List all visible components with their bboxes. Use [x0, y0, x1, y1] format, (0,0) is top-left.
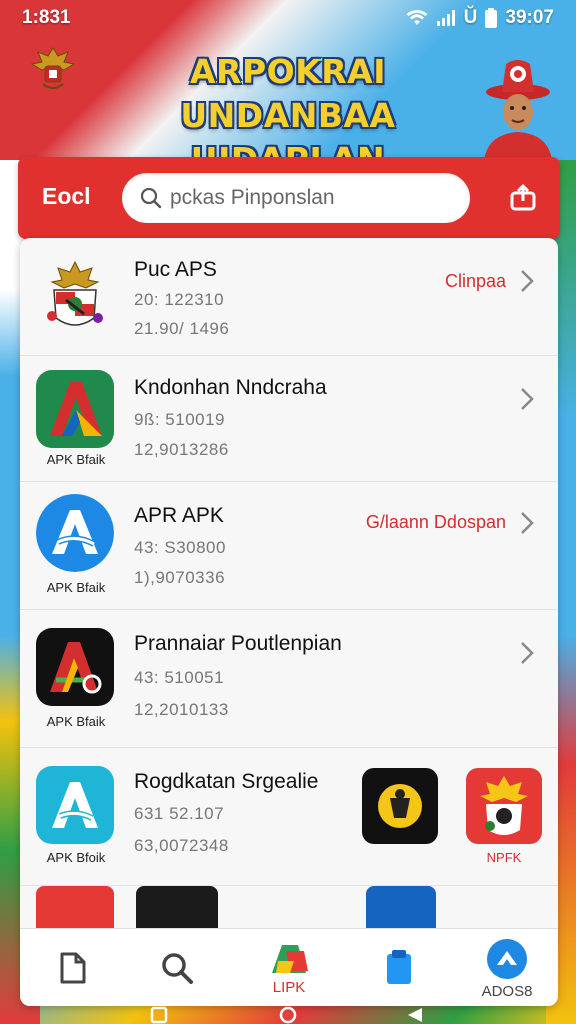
garuda-emblem-icon [47, 260, 103, 326]
nav-item-share[interactable]: ADOS8 [462, 929, 552, 1006]
red-emblem-icon[interactable] [466, 768, 542, 844]
header-label[interactable]: Eocl [42, 183, 91, 210]
wifi-icon [406, 10, 428, 25]
list-item[interactable]: APK Bfoik Rogdkatan Srgealie 631 52.107 … [20, 748, 558, 886]
blue-a-icon [36, 494, 114, 572]
system-nav-bar [150, 1006, 422, 1024]
nav-item-files[interactable] [28, 929, 118, 1006]
lipk-logo-icon [272, 944, 308, 973]
bookmark-icon [387, 950, 411, 984]
app-action-link[interactable]: G/laann Ddospan [366, 512, 506, 533]
hero-banner: ARPOKRAI UNDANBAA UIDAPLAN UNIDINASI [0, 36, 576, 223]
app-name: APR APK [134, 504, 224, 527]
app-meta-secondary: 21.90/ 1496 [134, 319, 230, 338]
chevron-right-icon[interactable] [518, 640, 536, 666]
app-icon-caption: APK Bfaik [46, 714, 106, 729]
status-battery-label: Ŭ [463, 7, 478, 28]
app-meta-secondary: 12,9013286 [134, 440, 229, 459]
list-item[interactable]: Puc APS 20: 122310 21.90/ 1496 Clinpaa [20, 238, 558, 356]
peek-red-app-icon [36, 886, 114, 930]
recent-apps-icon[interactable] [150, 1006, 168, 1024]
signal-icon [436, 10, 455, 26]
search-header: Eocl [18, 157, 560, 239]
battery-icon [485, 8, 498, 28]
app-name: Puc APS [134, 258, 217, 281]
nav-item-search[interactable] [132, 929, 222, 1006]
nav-item-saved[interactable] [354, 929, 444, 1006]
teal-a-icon [36, 766, 114, 844]
app-name: Kndonhan Nndcraha [134, 376, 327, 399]
chevron-right-icon[interactable] [518, 268, 536, 294]
garuda-emblem-icon [30, 47, 76, 89]
search-icon [162, 953, 193, 984]
hero-title-line1: ARPOKRAI UNDANBAA [180, 52, 396, 135]
status-clock-right: 39:07 [505, 7, 554, 28]
list-item[interactable]: APK Bfaik APR APK 43: S30800 1),9070336 … [20, 482, 558, 610]
bottom-nav: LIPK ADOS8 [20, 928, 558, 1006]
app-action-link[interactable]: Clinpaa [445, 271, 506, 292]
app-list: Puc APS 20: 122310 21.90/ 1496 Clinpaa A… [20, 238, 558, 1006]
list-item[interactable]: APK Bfaik Kndonhan Nndcraha 9ß: 510019 1… [20, 356, 558, 482]
app-meta-secondary: 1),9070336 [134, 568, 226, 587]
app-icon-caption: APK Bfaik [46, 580, 106, 595]
peek-blue-app-icon [366, 886, 436, 930]
search-icon [140, 187, 162, 209]
share-icon[interactable] [508, 183, 538, 213]
green-a-icon [36, 370, 114, 448]
app-meta-secondary: 12,2010133 [134, 700, 229, 719]
mascot-person-icon [484, 60, 552, 160]
list-item[interactable]: APK Bfaik Prannaiar Poutlenpian 43: 5100… [20, 610, 558, 748]
app-meta-secondary: 63,0072348 [134, 836, 229, 855]
status-icons: Ŭ 39:07 [406, 7, 554, 29]
app-meta-primary: 43: S30800 [134, 538, 226, 557]
app-icon-caption: APK Bfoik [46, 850, 106, 865]
chevron-right-icon[interactable] [518, 510, 536, 536]
search-box[interactable] [122, 173, 470, 223]
home-icon[interactable] [279, 1006, 297, 1024]
app-meta-primary: 20: 122310 [134, 290, 225, 309]
nav-item-lipk[interactable]: LIPK [244, 929, 334, 1006]
back-icon[interactable] [408, 1008, 422, 1022]
yellow-badge-icon[interactable] [362, 768, 438, 844]
app-meta-primary: 43: 510051 [134, 668, 225, 687]
share-arrow-icon [487, 938, 527, 979]
nav-label-lipk: LIPK [272, 978, 306, 996]
app-meta-primary: 9ß: 510019 [134, 410, 226, 429]
chevron-right-icon[interactable] [518, 386, 536, 412]
status-bar: 1:831 Ŭ 39:07 [0, 0, 576, 36]
extra-icon-caption: NPFK [486, 850, 522, 865]
peek-black-app-icon [136, 886, 218, 930]
search-input[interactable] [170, 186, 450, 210]
status-time: 1:831 [22, 7, 71, 28]
app-name: Rogdkatan Srgealie [134, 770, 319, 793]
nav-label-share: ADOS8 [481, 982, 533, 1000]
app-icon-caption: APK Bfaik [46, 452, 106, 467]
black-a-icon [36, 628, 114, 706]
file-icon [60, 952, 86, 984]
app-name: Prannaiar Poutlenpian [134, 632, 342, 655]
app-meta-primary: 631 52.107 [134, 804, 225, 823]
